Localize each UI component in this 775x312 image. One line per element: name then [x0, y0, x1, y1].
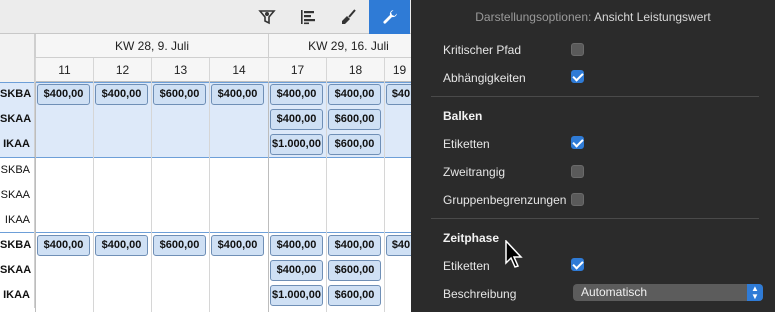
bars-heading: Balken [443, 109, 483, 123]
day-label: 19 [384, 58, 411, 82]
value-cell[interactable]: $600,00 [153, 84, 206, 105]
row-label: IKAA [0, 132, 35, 157]
week-label: KW 28, 9. Juli [35, 34, 268, 58]
value-cell[interactable]: $400,00 [328, 235, 381, 256]
bars-labels-label: Etiketten [443, 137, 490, 151]
filter-button[interactable] [246, 0, 287, 34]
value-cell[interactable]: $400,00 [37, 84, 90, 105]
wrench-icon [382, 10, 397, 24]
panel-title-prefix: Darstellungsoptionen: [475, 10, 592, 24]
value-cell[interactable]: $400,00 [211, 235, 264, 256]
mouse-pointer-icon [505, 240, 523, 268]
filter-icon [257, 10, 276, 25]
row-label: SKAA [0, 107, 35, 132]
separator [431, 96, 759, 97]
brush-icon [341, 9, 356, 24]
value-cell[interactable]: $400,00 [270, 109, 323, 130]
value-cell[interactable]: $400,00 [270, 260, 323, 281]
value-cell[interactable]: $400,00 [270, 84, 323, 105]
toolbar [0, 0, 411, 34]
style-button[interactable] [328, 0, 369, 34]
table-row[interactable]: SKAA $400,00 $600,00 [0, 258, 411, 283]
bars-secondary-checkbox[interactable] [571, 165, 584, 178]
value-cell[interactable]: $400,00 [211, 84, 264, 105]
resource-column-header [0, 34, 35, 82]
option-critical-path-label: Kritischer Pfad [443, 43, 522, 57]
value-cell[interactable]: $40 [386, 84, 411, 105]
value-cell[interactable]: $40 [386, 235, 411, 256]
value-cell[interactable]: $400,00 [95, 84, 148, 105]
table-row[interactable]: IKAA [0, 208, 411, 233]
option-critical-path-checkbox[interactable] [571, 43, 584, 56]
row-label: SKBA [0, 158, 35, 183]
table-row[interactable]: SKAA [0, 183, 411, 208]
separator [431, 218, 759, 219]
chevron-updown-icon: ▲ ▼ [747, 284, 763, 301]
option-dependencies-checkbox[interactable] [571, 70, 584, 83]
row-label: IKAA [0, 283, 35, 308]
resource-rows: SKBA $400,00 $400,00 $600,00 $400,00 $400,00 $… [0, 82, 411, 312]
value-cell[interactable]: $400,00 [95, 235, 148, 256]
description-select-value: Automatisch [581, 285, 648, 299]
day-label: 18 [326, 58, 384, 82]
value-cell[interactable]: $400,00 [270, 235, 323, 256]
value-cell[interactable]: $400,00 [328, 84, 381, 105]
day-label: 12 [93, 58, 151, 82]
table-row[interactable]: SKBA [0, 158, 411, 183]
table-row[interactable]: SKBA $400,00 $400,00 $600,00 $400,00 $400,00 $… [0, 233, 411, 258]
value-cell[interactable]: $1.000,00 [270, 134, 323, 155]
panel-title: Darstellungsoptionen: Ansicht Leistungsw… [411, 0, 775, 34]
day-label: 13 [151, 58, 209, 82]
gantt-icon [300, 10, 315, 25]
gantt-layout-button[interactable] [287, 0, 328, 34]
row-label: IKAA [0, 208, 35, 233]
gantt-view: KW 28, 9. Juli KW 29, 16. Juli 11 12 13 … [0, 0, 411, 312]
value-cell[interactable]: $600,00 [328, 285, 381, 306]
table-row[interactable]: SKAA $400,00 $600,00 [0, 107, 411, 132]
day-label: 17 [268, 58, 326, 82]
inspector-panel: Darstellungsoptionen: Ansicht Leistungsw… [411, 0, 775, 312]
day-label: 14 [209, 58, 268, 82]
table-row[interactable]: SKBA $400,00 $400,00 $600,00 $400,00 $400,00 $… [0, 82, 411, 107]
day-header: 11 12 13 14 17 18 19 [0, 58, 411, 82]
option-dependencies-label: Abhängigkeiten [443, 71, 526, 85]
bars-secondary-label: Zweitrangig [443, 165, 506, 179]
value-cell[interactable]: $600,00 [328, 260, 381, 281]
day-label: 11 [35, 58, 93, 82]
bars-group-bounds-label: Gruppenbegrenzungen [443, 193, 567, 207]
value-cell[interactable]: $400,00 [37, 235, 90, 256]
inspector-button[interactable] [369, 0, 410, 34]
week-label: KW 29, 16. Juli [268, 34, 411, 58]
timephase-labels-label: Etiketten [443, 259, 490, 273]
timephase-labels-checkbox[interactable] [571, 258, 584, 271]
bars-labels-checkbox[interactable] [571, 136, 584, 149]
value-cell[interactable]: $600,00 [328, 109, 381, 130]
description-label: Beschreibung [443, 287, 517, 301]
value-cell[interactable]: $1.000,00 [270, 285, 323, 306]
value-cell[interactable]: $600,00 [328, 134, 381, 155]
row-label: SKAA [0, 183, 35, 208]
row-label: SKBA [0, 233, 35, 258]
timephase-heading: Zeitphase [443, 231, 500, 245]
week-header: KW 28, 9. Juli KW 29, 16. Juli [0, 34, 411, 58]
bars-group-bounds-checkbox[interactable] [571, 193, 584, 206]
table-row[interactable]: IKAA $1.000,00 $600,00 [0, 283, 411, 308]
value-cell[interactable]: $600,00 [153, 235, 206, 256]
table-row[interactable]: IKAA $1.000,00 $600,00 [0, 132, 411, 157]
description-select[interactable]: Automatisch ▲ ▼ [573, 284, 763, 301]
row-label: SKAA [0, 258, 35, 283]
row-label: SKBA [0, 82, 35, 107]
panel-title-value: Ansicht Leistungswert [594, 10, 711, 24]
